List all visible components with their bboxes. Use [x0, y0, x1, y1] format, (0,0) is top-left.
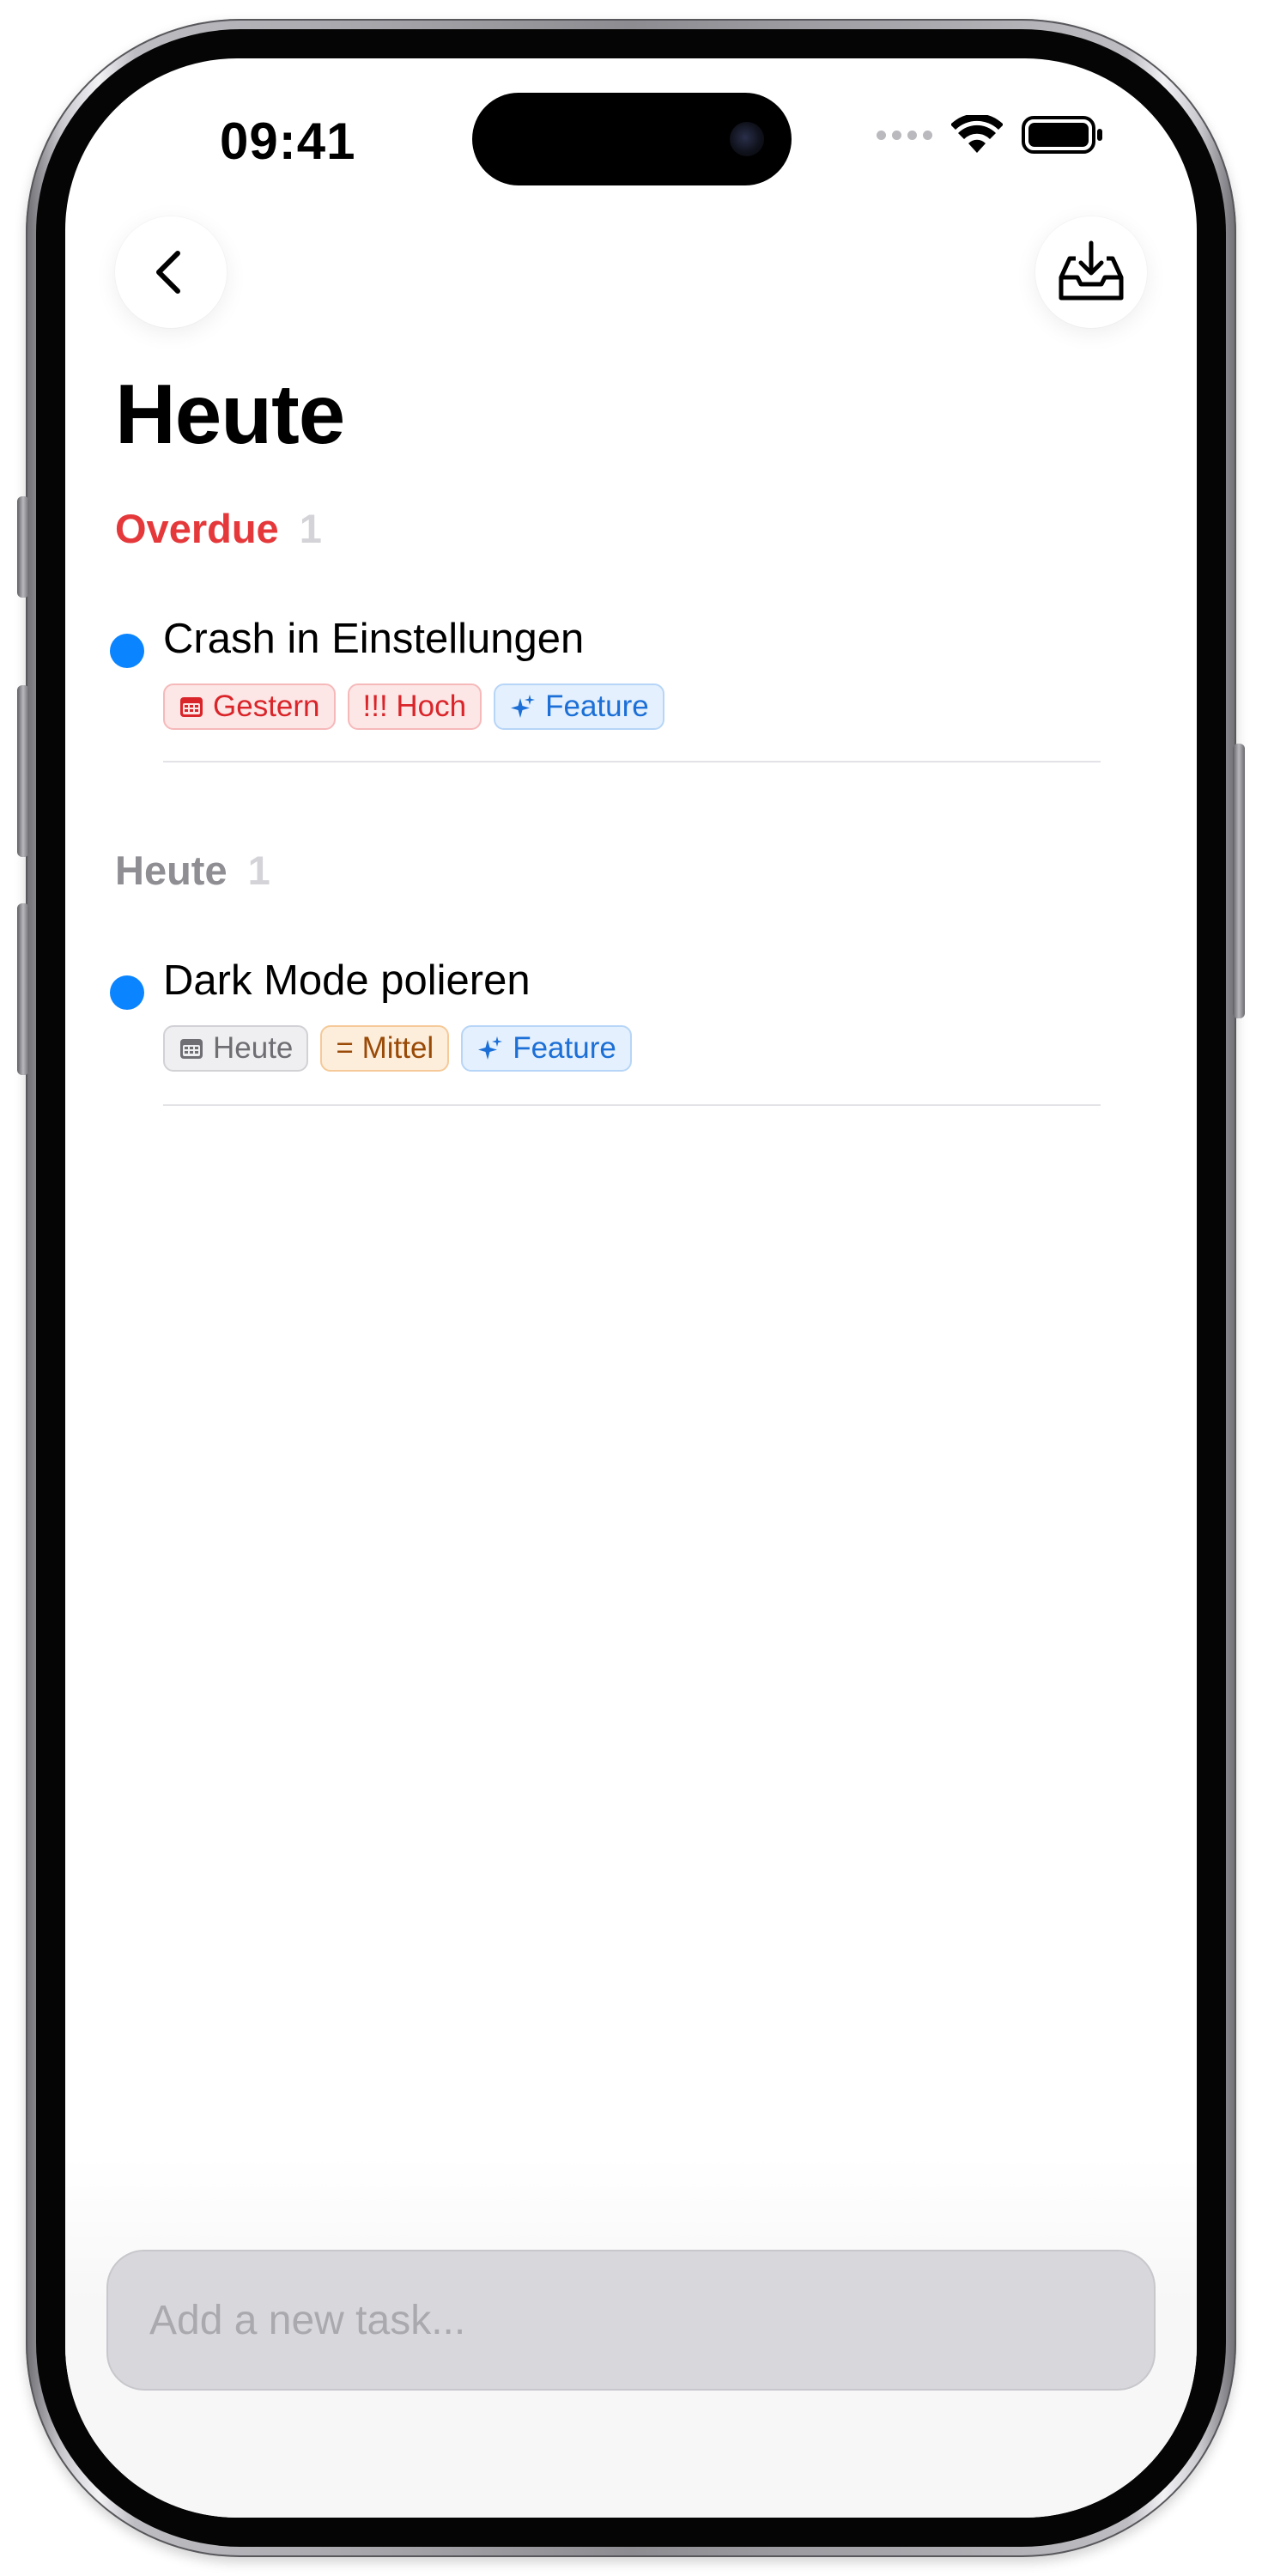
priority-tag[interactable]: = Mittel — [320, 1025, 450, 1072]
task-title: Crash in Einstellungen — [163, 616, 585, 662]
tag-label: Heute — [213, 1031, 294, 1065]
calendar-icon — [179, 695, 204, 719]
back-button[interactable] — [115, 216, 227, 328]
cellular-signal-icon — [877, 130, 932, 140]
add-task-input[interactable] — [106, 2250, 1156, 2391]
dynamic-island — [472, 93, 792, 185]
due-date-tag[interactable]: Gestern — [163, 683, 336, 730]
category-tag[interactable]: Feature — [461, 1025, 632, 1072]
page-title: Heute — [115, 367, 345, 461]
action-button — [17, 496, 29, 598]
power-button — [1233, 744, 1245, 1018]
row-divider — [163, 1104, 1101, 1106]
inbox-download-icon — [1059, 240, 1124, 301]
wifi-icon — [951, 115, 1003, 153]
tag-label: = Mittel — [336, 1031, 434, 1065]
priority-tag[interactable]: !!! Hoch — [347, 683, 482, 730]
volume-up-button — [17, 685, 29, 857]
tag-label: Feature — [513, 1031, 616, 1065]
task-tags: Gestern !!! Hoch Feature — [163, 683, 664, 730]
due-date-tag[interactable]: Heute — [163, 1025, 309, 1072]
section-title: Heute — [115, 848, 228, 893]
category-tag[interactable]: Feature — [494, 683, 664, 730]
section-header-overdue: Overdue 1 — [115, 505, 322, 552]
calendar-icon — [179, 1036, 204, 1060]
chevron-left-icon — [156, 251, 180, 294]
task-status-dot[interactable] — [110, 975, 144, 1010]
task-tags: Heute = Mittel Feature — [163, 1025, 632, 1072]
tag-label: !!! Hoch — [362, 690, 467, 723]
sparkles-icon — [476, 1035, 504, 1062]
row-divider — [163, 761, 1101, 762]
tag-label: Feature — [545, 690, 649, 723]
front-camera — [730, 122, 764, 156]
section-count: 1 — [299, 506, 322, 551]
status-indicators — [877, 115, 1104, 155]
sparkles-icon — [509, 693, 537, 720]
screen: 09:41 Heute Overdue 1 Crash in Einstellu… — [65, 58, 1197, 2518]
battery-icon — [1022, 116, 1102, 154]
section-title: Overdue — [115, 506, 279, 551]
task-status-dot[interactable] — [110, 634, 144, 668]
inbox-button[interactable] — [1035, 216, 1147, 328]
status-time: 09:41 — [220, 112, 356, 170]
section-count: 1 — [247, 848, 270, 893]
task-title: Dark Mode polieren — [163, 957, 531, 1004]
volume-down-button — [17, 903, 29, 1075]
section-header-today: Heute 1 — [115, 847, 270, 894]
tag-label: Gestern — [213, 690, 320, 723]
